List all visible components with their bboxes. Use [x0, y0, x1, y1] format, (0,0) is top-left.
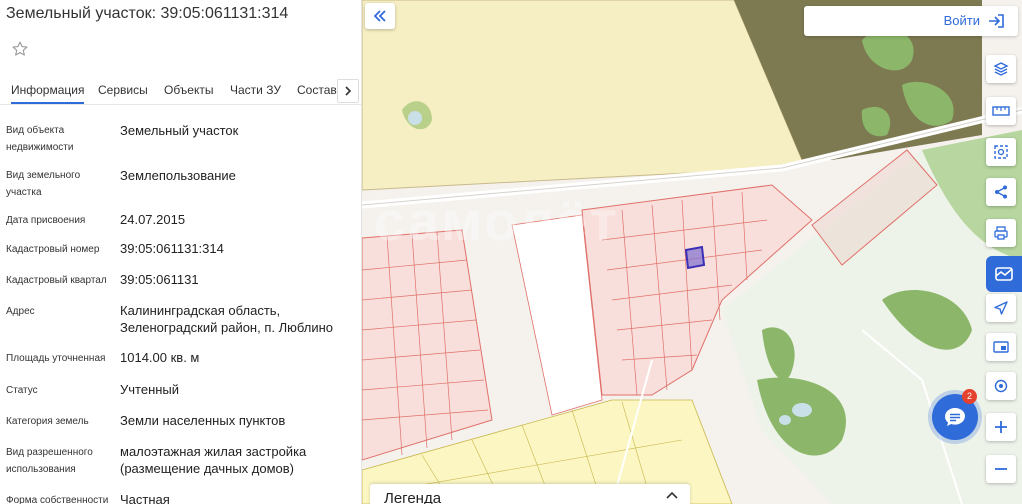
login-label: Войти [943, 13, 980, 28]
field-value: 24.07.2015 [120, 212, 186, 227]
print-button[interactable] [986, 219, 1016, 247]
area-select-icon [994, 145, 1008, 159]
ruler-button[interactable] [986, 97, 1016, 125]
field-label: Вид объекта недвижимости [6, 125, 74, 153]
field-label: Площадь уточненная [6, 353, 106, 364]
double-chevron-left-icon [373, 10, 386, 22]
legend-label: Легенда [384, 490, 442, 504]
tab-parts[interactable]: Части ЗУ [230, 83, 281, 97]
tab-services[interactable]: Сервисы [98, 83, 148, 97]
field-label: Статус [6, 385, 38, 396]
login-button[interactable]: Войти [804, 6, 1018, 36]
field-value: 39:05:061131 [120, 272, 199, 287]
field-label: Форма собственности [6, 495, 109, 504]
zoom-in-button[interactable] [986, 413, 1016, 441]
location-button[interactable] [986, 372, 1016, 400]
chat-notification-badge: 2 [962, 389, 977, 404]
field-label: Кадастровый квартал [6, 275, 107, 286]
field-value: Земли населенных пунктов [120, 413, 286, 428]
field-value: Калининградская область, Зеленоградский … [120, 303, 334, 335]
field-label: Кадастровый номер [6, 244, 100, 255]
ruler-icon [992, 106, 1010, 116]
tab-bar: Информация Сервисы Объекты Части ЗУ Сост… [0, 79, 361, 105]
cadastre-icon [995, 267, 1013, 281]
cadastral-map[interactable]: самолёт Войти 2 Легенда [362, 0, 1022, 504]
tab-info[interactable]: Информация [11, 83, 85, 104]
field-value: 39:05:061131:314 [120, 241, 224, 256]
field-value: малоэтажная жилая застройка (размещение … [120, 444, 307, 476]
field-value: 1014.00 кв. м [120, 350, 200, 365]
field-label: Адрес [6, 306, 35, 317]
field-label: Вид разрешенного использования [6, 447, 93, 475]
zoom-out-icon [995, 468, 1007, 470]
field-label: Вид земельного участка [6, 170, 81, 198]
star-icon[interactable] [11, 40, 29, 58]
share-icon [995, 185, 1007, 199]
tab-composition[interactable]: Состав [297, 83, 337, 97]
field-label: Дата присвоения [6, 215, 86, 226]
chat-icon [945, 408, 965, 426]
tab-objects[interactable]: Объекты [164, 83, 214, 97]
sign-in-icon [989, 14, 1004, 28]
chevron-right-icon [345, 86, 352, 96]
info-panel: Земельный участок: 39:05:061131:314 Инфо… [0, 0, 362, 504]
field-value: Учтенный [120, 382, 180, 397]
tabs-scroll-right-button[interactable] [337, 79, 359, 103]
cadastre-layer-button[interactable] [986, 256, 1022, 292]
field-value: Земельный участок [120, 123, 239, 138]
navigate-button[interactable] [986, 294, 1016, 322]
minimap-icon [993, 341, 1009, 353]
navigate-icon [994, 301, 1008, 315]
legend-toggle[interactable]: Легенда [370, 484, 690, 504]
field-label: Категория земель [6, 416, 89, 427]
field-value: Землепользование [120, 168, 236, 183]
print-icon [994, 226, 1008, 240]
page-title: Земельный участок: 39:05:061131:314 [6, 5, 289, 22]
chevron-up-icon [666, 491, 678, 499]
layers-icon [993, 62, 1009, 76]
layers-button[interactable] [986, 55, 1016, 83]
zoom-out-button[interactable] [986, 455, 1016, 483]
field-value: Частная [120, 492, 170, 504]
share-button[interactable] [986, 178, 1016, 206]
minimap-button[interactable] [986, 333, 1016, 361]
area-select-button[interactable] [986, 138, 1016, 166]
collapse-panel-button[interactable] [365, 3, 395, 29]
zoom-in-icon [995, 421, 1007, 433]
map-watermark: самолёт [374, 189, 619, 252]
location-icon [994, 379, 1008, 393]
